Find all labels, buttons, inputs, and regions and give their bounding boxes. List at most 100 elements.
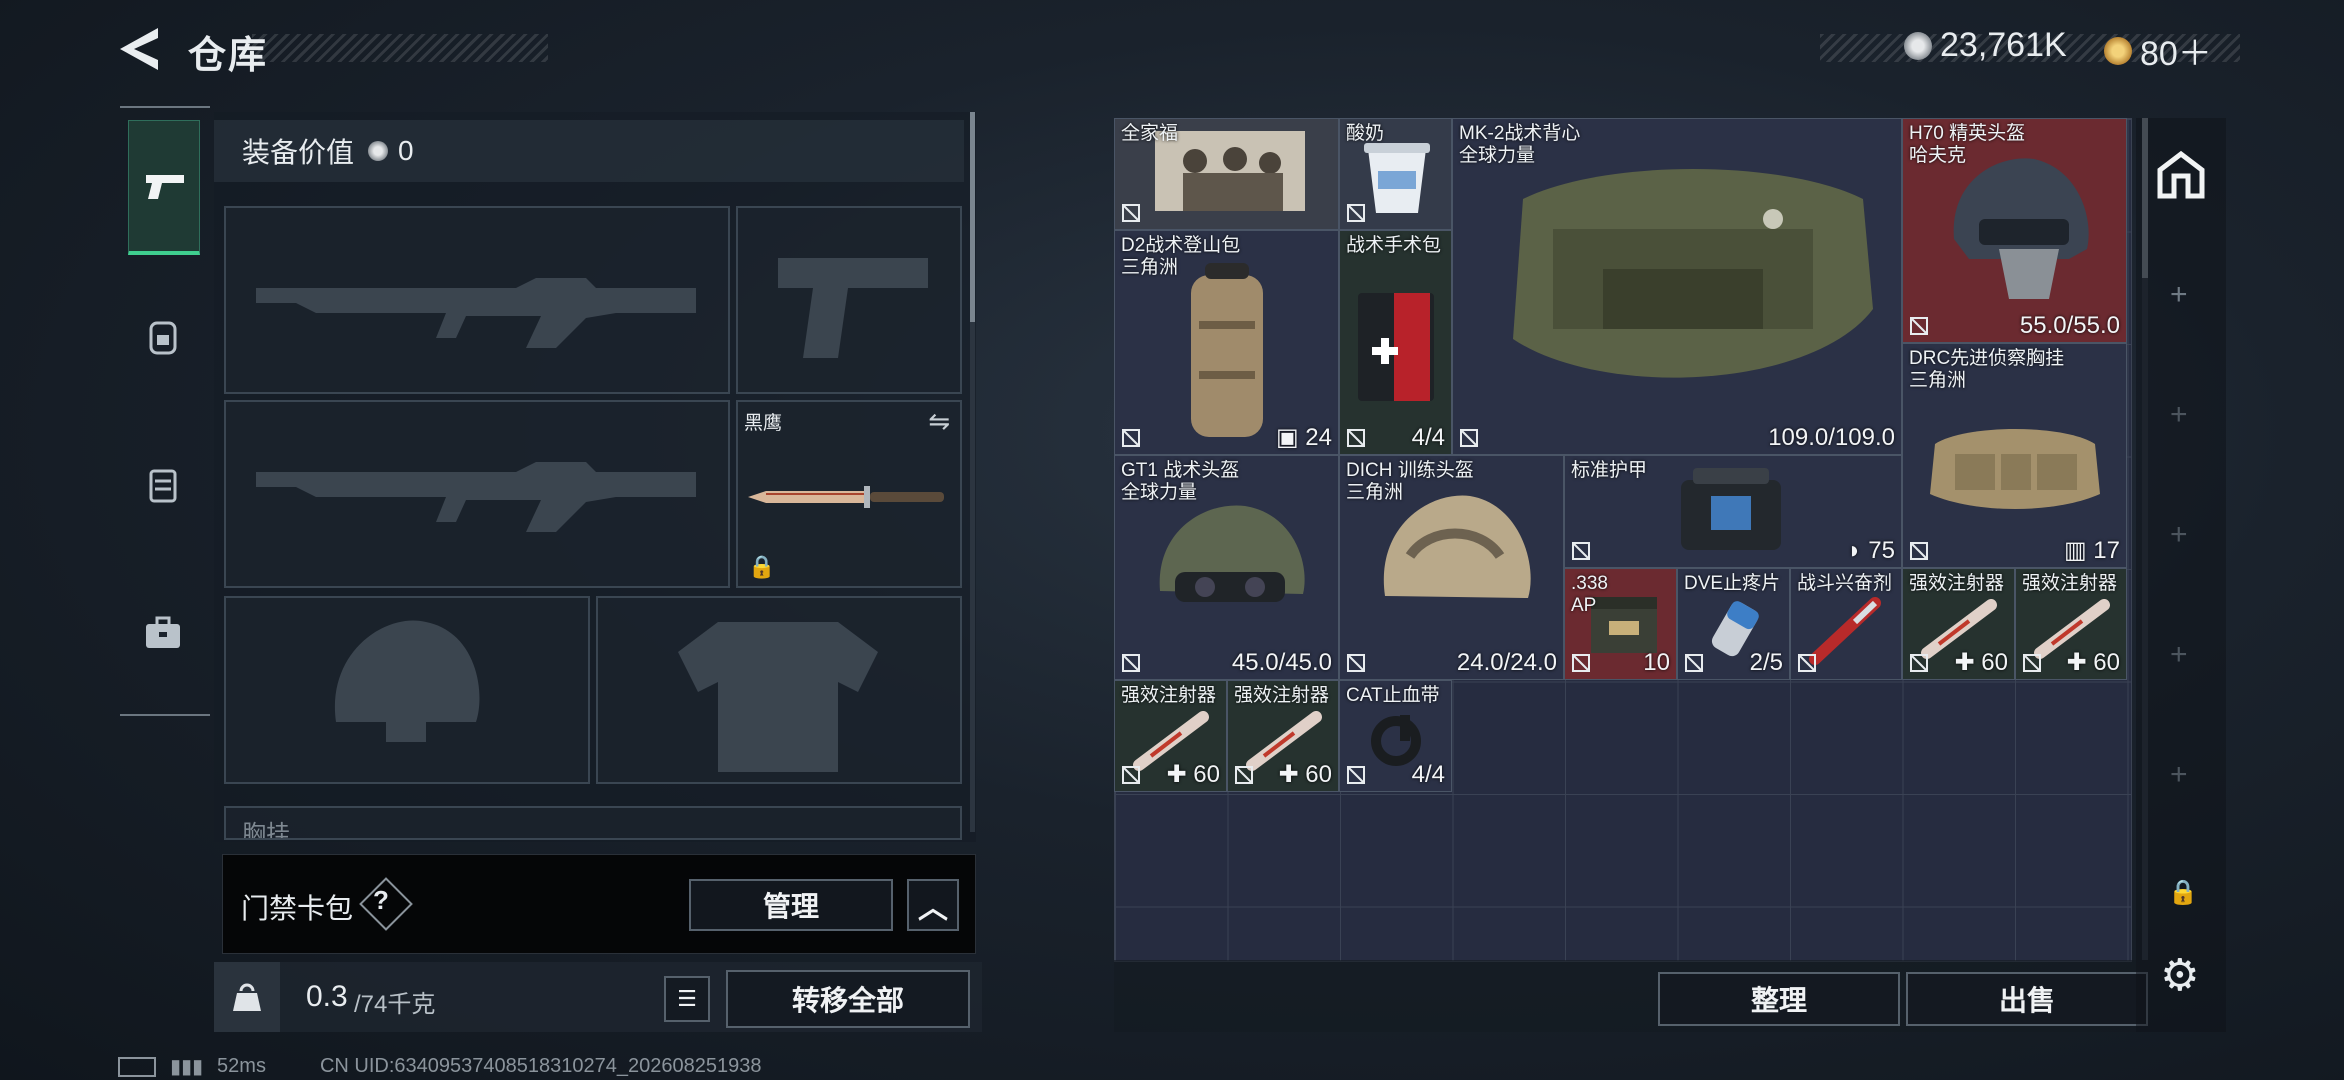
no-trade-icon [1685,654,1703,672]
add-page-icon[interactable]: + [2170,278,2188,312]
sell-button[interactable]: 出售 [1906,972,2148,1026]
weight-bar: 0.3 /74千克 ☰ 转移全部 [214,962,982,1032]
syringe-icon [1809,597,1881,665]
stash-item[interactable]: 强效注射器 ✚ 60 [1114,680,1227,792]
item-subtitle: 三角洲 [1909,370,1967,391]
chest-rig-slot[interactable]: 胸挂 [224,806,962,840]
item-name: 全家福 [1121,123,1179,144]
equip-value: 0 [398,135,414,166]
item-durability: 109.0/109.0 [1768,424,1895,451]
keycard-bar: 门禁卡包 ? 管理 ︿ [222,854,976,954]
item-name: 强效注射器 [1121,685,1217,706]
stash-item[interactable]: 强效注射器 ✚ 60 [1902,568,2015,680]
lock-icon: 🔒 [748,554,776,579]
equip-value-bar: 装备价值 0 [214,120,964,182]
keycard-label: 门禁卡包 [241,893,354,924]
helmet-item-icon [1383,495,1531,598]
item-name: 酸奶 [1346,123,1385,144]
yogurt-icon [1364,143,1430,213]
briefcase-icon [146,616,180,648]
currency-amount: 23,761K [1940,26,2067,64]
stash-item[interactable]: MK-2战术背心 全球力量 109.0/109.0 [1452,118,1902,455]
signal-icon: ▮▮▮ [170,1056,204,1078]
sort-button[interactable]: 整理 [1658,972,1900,1026]
stash-item[interactable]: .338 AP 10 [1564,568,1677,680]
ticket-display[interactable]: 80＋ [2104,26,2212,75]
uid-text: CN UID:6340953740851831027​4_20260825193… [319,1055,762,1077]
help-icon[interactable]: ? [373,885,389,916]
tab-cases[interactable] [128,568,198,698]
tab-backpacks[interactable] [128,272,198,402]
item-heal-value: 60 [2093,649,2120,676]
melee-slot[interactable]: 黑鹰 ⇋ 🔒 [736,400,962,588]
no-trade-icon [1572,542,1590,560]
rifle-silhouette [256,462,696,532]
no-trade-icon [1235,766,1253,784]
item-name: MK-2战术背心 [1459,123,1581,144]
add-page-icon[interactable]: + [2170,758,2188,792]
no-trade-icon [1347,654,1365,672]
gear-icon[interactable]: ⚙ [2160,950,2199,1001]
transfer-all-button[interactable]: 转移全部 [726,970,970,1028]
medkit-icon [1358,293,1434,401]
tab-vests[interactable] [128,420,198,550]
item-uses: 4/4 [1411,424,1445,451]
stash-home-icon[interactable] [2156,150,2206,205]
no-trade-icon [1347,766,1365,784]
vest-icon [149,469,177,503]
title-decoration [252,34,548,62]
item-name: GT1 战术头盔 [1121,460,1240,481]
stash-item[interactable]: D2战术登山包 三角洲 ▣ 24 [1114,230,1339,455]
stash-item[interactable]: H70 精英头盔 哈夫克 55.0/55.0 [1902,118,2127,343]
no-trade-icon [1122,429,1140,447]
stash-item[interactable]: 标准护甲 ◗ 75 [1564,455,1902,568]
stash-item[interactable]: DICH 训练头盔 三角洲 24.0/24.0 [1339,455,1564,680]
stash-item[interactable]: 酸奶 [1339,118,1452,230]
item-subtitle: 哈夫克 [1909,145,1967,166]
pistol-silhouette [778,258,928,358]
item-name: H70 精英头盔 [1909,123,2026,144]
stash-item[interactable]: DVE止疼片 2/5 [1677,568,1790,680]
sidearm-slot[interactable] [736,206,962,394]
item-subtitle: 全球力量 [1459,145,1536,166]
swap-icon[interactable]: ⇋ [928,406,950,437]
melee-name: 黑鹰 [744,413,783,434]
chevron-up-icon[interactable]: ︿ [907,879,959,931]
secondary-weapon-slot[interactable] [224,400,730,588]
currency-display[interactable]: 23,761K [1904,26,2067,65]
helmet-slot[interactable] [224,596,590,784]
back-button[interactable] [118,26,160,72]
stash-item[interactable]: CAT止血带 4/4 [1339,680,1452,792]
manage-button[interactable]: 管理 [689,879,893,931]
stash-item[interactable]: 战斗兴奋剂 [1790,568,1902,680]
item-subtitle: 全球力量 [1121,482,1198,503]
no-trade-icon [1572,654,1590,672]
helmet-item-icon [1953,158,2089,299]
tab-weapons[interactable] [128,120,200,255]
add-page-icon[interactable]: + [2170,398,2188,432]
add-page-icon[interactable]: + [2170,518,2188,552]
item-name: 强效注射器 [1234,685,1330,706]
stash-item[interactable]: 全家福 [1114,118,1339,230]
add-page-icon[interactable]: + [2170,638,2188,672]
stash-item[interactable]: 战术手术包 4/4 [1339,230,1452,455]
item-uses: 4/4 [1411,761,1445,788]
stash-item[interactable]: 强效注射器 ✚ 60 [1227,680,1339,792]
primary-weapon-slot[interactable] [224,206,730,394]
no-trade-icon [1910,654,1928,672]
lock-icon: 🔒 [2168,879,2198,906]
item-capacity: ▥ 17 [2064,536,2120,565]
no-trade-icon [1910,542,1928,560]
stash-item[interactable]: DRC先进侦察胸挂 三角洲 ▥ 17 [1902,343,2127,568]
item-name: CAT止血带 [1346,685,1440,706]
no-trade-icon [1347,204,1365,222]
loadout-scrollbar[interactable] [970,112,975,832]
item-armor: ◗ 75 [1847,537,1895,565]
stash-item[interactable]: 强效注射器 ✚ 60 [2015,568,2127,680]
stash-item[interactable]: GT1 战术头盔 全球力量 45.0/45.0 [1114,455,1339,680]
no-trade-icon [1910,317,1928,335]
vest-item-icon [1513,169,1873,378]
item-name: 强效注射器 [1909,573,2005,594]
armor-slot[interactable] [596,596,962,784]
list-icon[interactable]: ☰ [664,976,710,1022]
